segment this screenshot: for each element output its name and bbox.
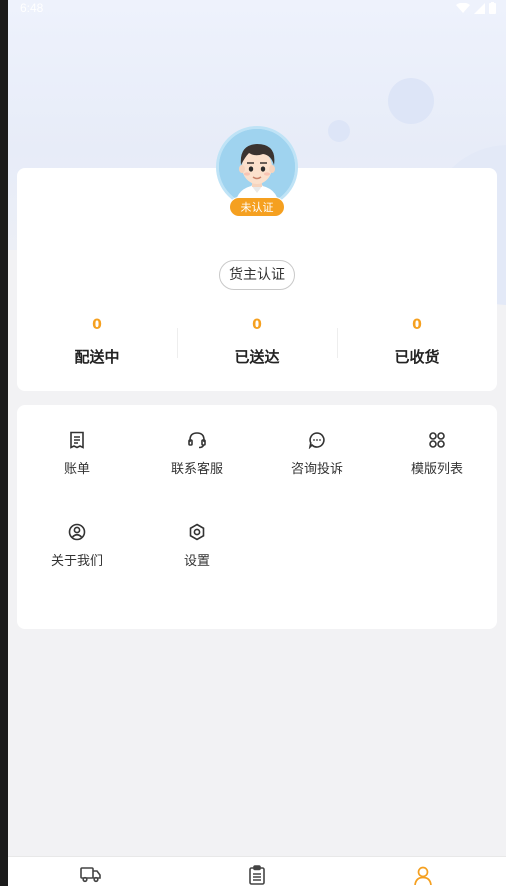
- avatar[interactable]: [216, 126, 298, 208]
- window-edge: [0, 0, 8, 886]
- wifi-icon: [456, 2, 470, 13]
- menu-item-label: 咨询投诉: [290, 462, 343, 477]
- menu-item-label: 设置: [183, 554, 210, 569]
- menu-item-label: 联系客服: [170, 462, 223, 477]
- status-icons: [456, 2, 496, 14]
- menu-item-complaints[interactable]: 咨询投诉: [257, 430, 377, 480]
- menu-item-templates[interactable]: 模版列表: [377, 430, 497, 480]
- truck-icon: [80, 867, 101, 883]
- menu-item-label: 关于我们: [50, 554, 103, 569]
- battery-icon: [489, 2, 496, 14]
- stat-label: 已送达: [234, 348, 280, 366]
- grid-icon: [429, 432, 445, 448]
- stat-received[interactable]: 0 已收货: [337, 316, 497, 367]
- decor-bubble: [388, 78, 434, 124]
- tab-orders[interactable]: [79, 865, 103, 886]
- stat-label: 配送中: [74, 348, 120, 366]
- status-bar: 6:48: [8, 0, 506, 18]
- app-screen: 6:48 未认证 货主认证 0 配送中 0 已送达 0 已收货 账单 联系客服 …: [8, 0, 506, 886]
- stat-delivering[interactable]: 0 配送中: [17, 316, 177, 367]
- avatar-illustration: [219, 129, 295, 205]
- bottom-tab-bar: [8, 856, 506, 886]
- stat-value: 0: [412, 317, 422, 333]
- decor-bubble: [328, 120, 350, 142]
- menu-item-label: 模版列表: [410, 462, 463, 477]
- menu-item-about-us[interactable]: 关于我们: [17, 522, 137, 572]
- owner-certification-button[interactable]: 货主认证: [219, 260, 295, 290]
- stat-value: 0: [92, 317, 102, 333]
- menu-item-label: 账单: [63, 462, 90, 477]
- verification-status-badge: 未认证: [229, 197, 285, 217]
- bill-icon: [70, 431, 84, 449]
- menu-item-settings[interactable]: 设置: [137, 522, 257, 572]
- stat-value: 0: [252, 317, 262, 333]
- headset-icon: [188, 432, 206, 449]
- settings-icon: [189, 523, 205, 541]
- stat-label: 已收货: [394, 348, 440, 366]
- user-circle-icon: [68, 523, 86, 541]
- stat-delivered[interactable]: 0 已送达: [177, 316, 337, 367]
- signal-icon: [474, 2, 485, 14]
- menu-item-customer-service[interactable]: 联系客服: [137, 430, 257, 480]
- person-icon: [414, 866, 432, 885]
- clipboard-icon: [249, 865, 265, 885]
- menu-item-bill[interactable]: 账单: [17, 430, 137, 480]
- status-time: 6:48: [20, 1, 44, 15]
- tab-list[interactable]: [245, 865, 269, 886]
- chat-icon: [308, 432, 325, 449]
- tab-profile[interactable]: [411, 865, 435, 886]
